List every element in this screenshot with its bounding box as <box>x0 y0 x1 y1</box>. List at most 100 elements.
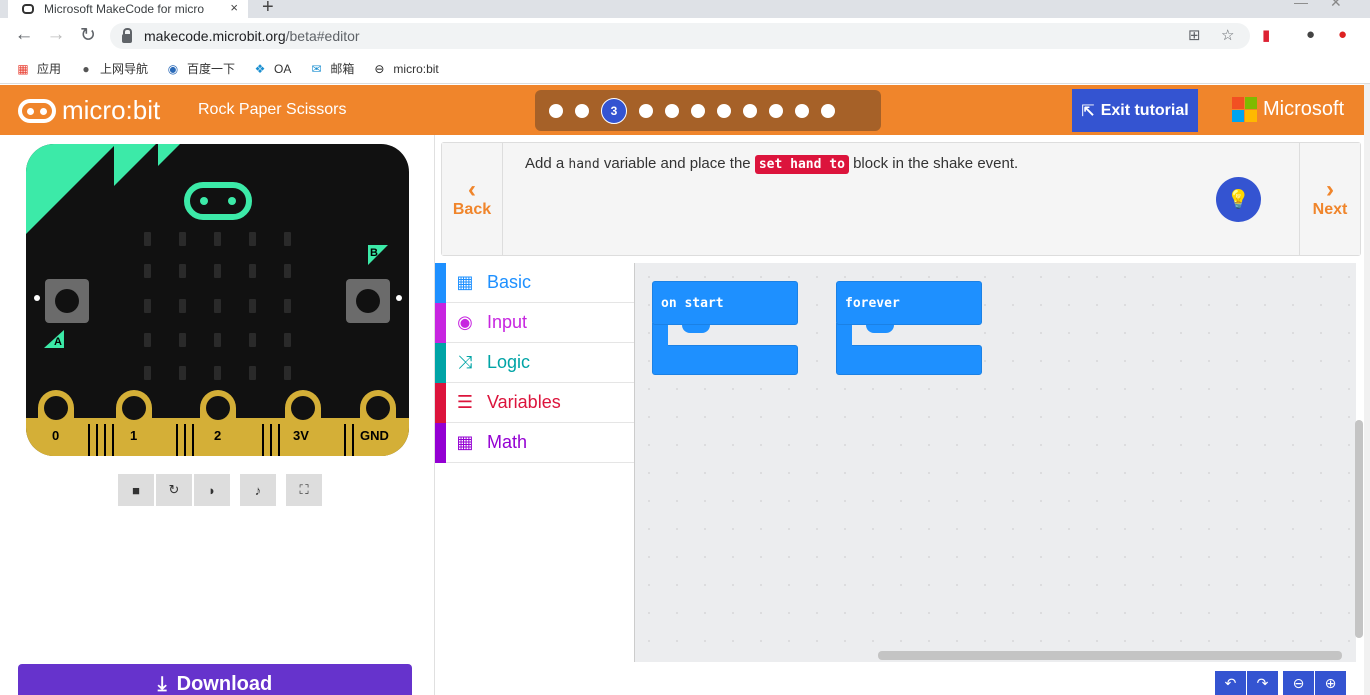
tutorial-next-button[interactable]: › Next <box>1299 143 1360 255</box>
pin-label: 2 <box>214 428 222 443</box>
led <box>214 299 221 313</box>
pin-3v[interactable] <box>285 390 321 456</box>
step-dot[interactable] <box>639 103 653 118</box>
address-bar[interactable]: makecode.microbit.org/beta#editor <box>110 23 1250 49</box>
step-dot-current[interactable]: 3 <box>601 97 627 124</box>
set-hand-block-highlight: set hand to <box>754 155 849 174</box>
new-tab-icon[interactable]: + <box>262 0 274 19</box>
step-dot[interactable] <box>769 103 783 118</box>
exit-tutorial-button[interactable]: ⇱ Exit tutorial <box>1072 89 1198 132</box>
pin-2[interactable] <box>200 390 236 456</box>
led <box>284 264 291 278</box>
logo-text: micro:bit <box>62 95 161 125</box>
apps-grid-icon: ▦ <box>17 61 29 76</box>
bookmark-oa[interactable]: ❖ OA <box>253 62 292 76</box>
led <box>214 232 221 246</box>
led <box>179 264 186 278</box>
browser-tab[interactable]: Microsoft MakeCode for micro × <box>8 0 248 18</box>
step-dot[interactable] <box>717 103 731 118</box>
toolbox-category-basic[interactable]: ▦ Basic <box>435 263 634 303</box>
step-dot[interactable] <box>691 103 705 118</box>
edge-tooth <box>104 424 106 456</box>
microsoft-logo[interactable]: Microsoft <box>1232 97 1344 122</box>
edge-tooth <box>96 424 98 456</box>
fullscreen-icon[interactable]: ⛶ <box>286 474 322 506</box>
block-label: forever <box>836 281 982 325</box>
tab-close-icon[interactable]: × <box>230 0 238 15</box>
workspace-horizontal-scrollbar[interactable] <box>878 651 1342 660</box>
board-decoration <box>114 144 156 186</box>
redo-icon[interactable]: ↷ <box>1247 671 1278 695</box>
microsoft-squares-icon <box>1232 97 1257 122</box>
step-dot[interactable] <box>549 103 563 118</box>
button-a[interactable] <box>45 279 89 323</box>
toolbox-category-math[interactable]: ▦ Math <box>435 423 634 463</box>
led <box>144 264 151 278</box>
lightbulb-icon: 💡 <box>1227 189 1250 209</box>
update-icon[interactable]: ● <box>1338 26 1347 43</box>
on-start-block[interactable]: on start <box>652 281 798 376</box>
bookmark-mail[interactable]: ✉ 邮箱 <box>309 60 354 77</box>
url-host: makecode.microbit.org <box>144 28 286 44</box>
back-arrow-icon[interactable]: ← <box>12 24 36 46</box>
minimize-icon[interactable]: — <box>1294 0 1308 10</box>
undo-icon[interactable]: ↶ <box>1215 671 1246 695</box>
forever-block[interactable]: forever <box>836 281 982 376</box>
lock-icon <box>122 27 132 43</box>
shuffle-icon: ⤨ <box>457 352 473 372</box>
grid-icon: ▦ <box>456 272 474 292</box>
toolbox-category-logic[interactable]: ⤨ Logic <box>435 343 634 383</box>
mute-icon[interactable]: ♪ <box>240 474 276 506</box>
bookmark-microbit[interactable]: ⊖ micro:bit <box>372 62 438 76</box>
forward-arrow-icon[interactable]: → <box>44 24 68 46</box>
bookmarks-bar: ▦ 应用 ● 上网导航 ◉ 百度一下 ❖ OA ✉ 邮箱 ⊖ micro:bit <box>0 54 1370 84</box>
board-edge-dot <box>34 295 40 301</box>
blocks-workspace[interactable]: on start forever <box>634 263 1356 662</box>
page-scrollbar[interactable] <box>1364 84 1370 695</box>
led <box>179 333 186 347</box>
button-b[interactable] <box>346 279 390 323</box>
stop-icon[interactable]: ■ <box>118 474 154 506</box>
led <box>214 333 221 347</box>
microbit-logo[interactable]: micro:bit <box>18 95 160 126</box>
toolbox-category-variables[interactable]: ☰ Variables <box>435 383 634 423</box>
reload-icon[interactable]: ↻ <box>76 24 100 47</box>
zoom-in-icon[interactable]: ⊕ <box>1315 671 1346 695</box>
hint-lightbulb-button[interactable]: 💡 <box>1216 177 1261 222</box>
edge-tooth <box>344 424 346 456</box>
tutorial-back-button[interactable]: ‹ Back <box>442 143 503 255</box>
category-color-bar <box>435 383 446 423</box>
bookmark-nav[interactable]: ● 上网导航 <box>79 60 148 77</box>
profile-icon[interactable]: ● <box>1306 26 1315 43</box>
tutorial-step-indicator: 3 <box>535 90 881 131</box>
step-dot[interactable] <box>821 103 835 118</box>
translate-icon[interactable]: ⊞ <box>1188 26 1201 44</box>
microbit-simulator-board[interactable]: A B 0 1 2 3V GND <box>26 144 409 456</box>
board-touch-logo-icon[interactable] <box>184 182 252 220</box>
led <box>284 366 291 380</box>
bookmark-baidu[interactable]: ◉ 百度一下 <box>166 60 235 77</box>
led <box>249 299 256 313</box>
toolbox-category-input[interactable]: ◉ Input <box>435 303 634 343</box>
step-dot[interactable] <box>743 103 757 118</box>
led <box>214 264 221 278</box>
slow-mo-icon[interactable]: ◗ <box>194 474 230 506</box>
block-bottom <box>836 345 982 375</box>
restart-icon[interactable]: ↻ <box>156 474 192 506</box>
extension-icon[interactable]: ▮ <box>1262 26 1270 44</box>
microbit-favicon-icon <box>22 4 34 14</box>
step-dot[interactable] <box>665 103 679 118</box>
download-button[interactable]: ⤓ Download <box>18 664 412 695</box>
step-dot[interactable] <box>795 103 809 118</box>
step-dot[interactable] <box>575 103 589 118</box>
bookmark-star-icon[interactable]: ☆ <box>1221 26 1234 44</box>
zoom-out-icon[interactable]: ⊖ <box>1283 671 1314 695</box>
pin-1[interactable] <box>116 390 152 456</box>
led <box>284 232 291 246</box>
pin-gnd[interactable] <box>360 390 396 456</box>
workspace-vertical-scrollbar[interactable] <box>1355 420 1363 638</box>
mail-icon: ✉ <box>311 61 322 76</box>
close-window-icon[interactable]: ✕ <box>1330 0 1342 11</box>
bookmark-apps[interactable]: ▦ 应用 <box>16 60 61 77</box>
pin-0[interactable] <box>38 390 74 456</box>
